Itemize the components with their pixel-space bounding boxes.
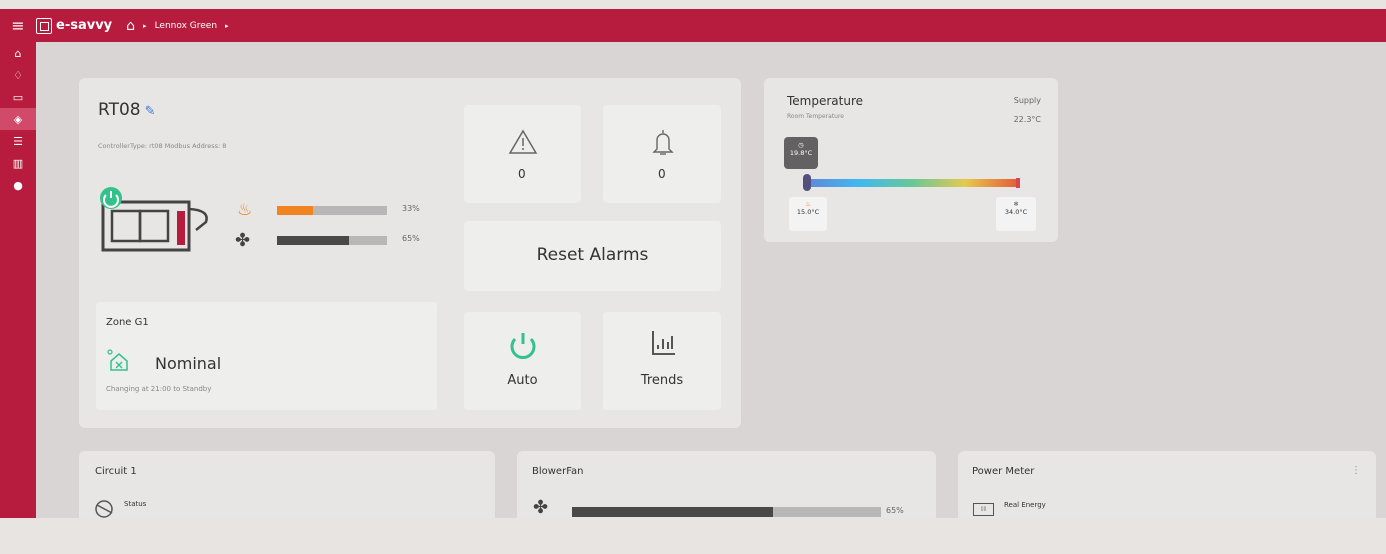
reset-alarms-label: Reset Alarms	[536, 245, 649, 265]
bell-count: 0	[658, 167, 666, 181]
fan-speed-bar	[277, 236, 387, 245]
blower-speed-fill	[572, 507, 773, 517]
sidebar-home-icon[interactable]: ⌂	[0, 42, 36, 64]
reset-alarms-button[interactable]: Reset Alarms	[464, 221, 721, 291]
zone-card[interactable]: Zone G1 Nominal Changing at 21:00 to Sta…	[96, 302, 437, 410]
current-temperature-badge: ◷ 19.8°C	[784, 137, 818, 169]
supply-label: Supply	[1013, 96, 1041, 105]
blower-fan-card: BlowerFan ✤ 65%	[517, 451, 936, 518]
air-handler-icon	[100, 187, 208, 252]
heat-setpoint-icon: ♨	[805, 200, 811, 208]
trends-label: Trends	[640, 373, 684, 388]
heat-output-fill	[277, 206, 314, 215]
thermometer-icon: ◷	[798, 141, 804, 149]
brand-logo-icon	[36, 17, 52, 34]
fan-icon: ✤	[533, 497, 549, 518]
zone-title: Zone G1	[106, 317, 149, 328]
fan-speed-percent: 65%	[402, 234, 420, 243]
zone-schedule-detail: Changing at 21:00 to Standby	[106, 385, 212, 393]
bell-alarms-tile[interactable]: 0	[603, 105, 721, 203]
temperature-card: Temperature Room Temperature Supply 22.3…	[764, 78, 1058, 242]
blower-speed-percent: 65%	[886, 506, 904, 515]
power-icon	[510, 333, 536, 359]
warning-alarms-tile[interactable]: 0	[464, 105, 581, 203]
menu-icon[interactable]: ≡	[0, 16, 36, 35]
edit-icon[interactable]: ✎	[145, 104, 156, 119]
breadcrumb-separator-icon: ▸	[225, 21, 229, 30]
blower-title: BlowerFan	[532, 466, 584, 477]
sidebar: ⌂ ♢ ▭ ◈ ☰ ▥ ●	[0, 42, 36, 518]
controller-info: ControllerType: rt08 Modbus Address: 8	[98, 142, 227, 150]
breadcrumb-separator-icon: ▸	[143, 21, 147, 30]
circuit-status-icon	[95, 500, 113, 518]
sidebar-calendar-icon[interactable]: ▭	[0, 86, 36, 108]
heat-output-bar	[277, 206, 387, 215]
temperature-slider-handle[interactable]	[803, 174, 811, 191]
unit-card: RT08 ✎ ControllerType: rt08 Modbus Addres…	[79, 78, 741, 428]
mode-button[interactable]: Auto	[464, 312, 581, 410]
temperature-max-marker	[1016, 178, 1020, 188]
real-energy-label: Real Energy	[1004, 501, 1046, 509]
heat-setpoint-value: 15.0°C	[796, 208, 820, 216]
zone-home-status-icon	[107, 349, 128, 371]
fan-speed-fill	[277, 236, 349, 245]
circuit-title: Circuit 1	[95, 466, 137, 477]
lower-empty-area	[0, 518, 1386, 554]
cool-setpoint[interactable]: ❄ 34.0°C	[996, 197, 1036, 231]
circuit-status-label: Status	[124, 500, 147, 508]
breadcrumb-item[interactable]: Lennox Green	[155, 21, 217, 31]
sidebar-bell-icon[interactable]: ♢	[0, 64, 36, 86]
unit-name: RT08	[98, 100, 141, 120]
breadcrumb-home-icon[interactable]: ⌂	[126, 18, 135, 34]
warning-icon	[508, 129, 538, 154]
bar-chart-icon	[652, 331, 675, 355]
flame-icon: ♨	[237, 200, 253, 220]
top-bar: ≡ e-savvy ⌂ ▸ Lennox Green ▸	[0, 9, 1386, 42]
trends-button[interactable]: Trends	[603, 312, 721, 410]
mode-label: Auto	[507, 373, 538, 388]
heat-setpoint[interactable]: ♨ 15.0°C	[789, 197, 827, 231]
zone-status: Nominal	[155, 354, 222, 373]
bell-icon	[652, 130, 674, 155]
sidebar-chart-icon[interactable]: ▥	[0, 152, 36, 174]
unit-title: RT08 ✎	[98, 100, 156, 120]
temperature-gradient-bar	[804, 179, 1019, 187]
breadcrumb: ⌂ ▸ Lennox Green ▸	[126, 18, 228, 34]
temperature-subtitle: Room Temperature	[787, 113, 844, 120]
brand-name: e-savvy	[56, 18, 113, 33]
blower-speed-bar	[572, 507, 881, 517]
current-temperature: 19.8°C	[789, 149, 813, 157]
fan-icon: ✤	[235, 230, 251, 251]
meter-icon: ▯▯	[973, 503, 994, 516]
warning-count: 0	[518, 167, 526, 181]
temperature-title: Temperature	[787, 94, 864, 108]
sidebar-list-icon[interactable]: ☰	[0, 130, 36, 152]
sidebar-info-icon[interactable]: ●	[0, 174, 36, 196]
brand[interactable]: e-savvy	[36, 17, 113, 34]
more-options-icon[interactable]: ⋮	[1351, 465, 1361, 476]
heat-output-percent: 33%	[402, 204, 420, 213]
supply-value: 22.3°C	[1013, 115, 1041, 124]
power-meter-title: Power Meter	[972, 466, 1035, 477]
snowflake-icon: ❄	[1013, 200, 1019, 208]
circuit-card: Circuit 1 Status	[79, 451, 495, 518]
sidebar-layers-icon[interactable]: ◈	[0, 108, 36, 130]
cool-setpoint-value: 34.0°C	[1004, 208, 1028, 216]
power-meter-card: Power Meter ⋮ ▯▯ Real Energy	[958, 451, 1376, 518]
